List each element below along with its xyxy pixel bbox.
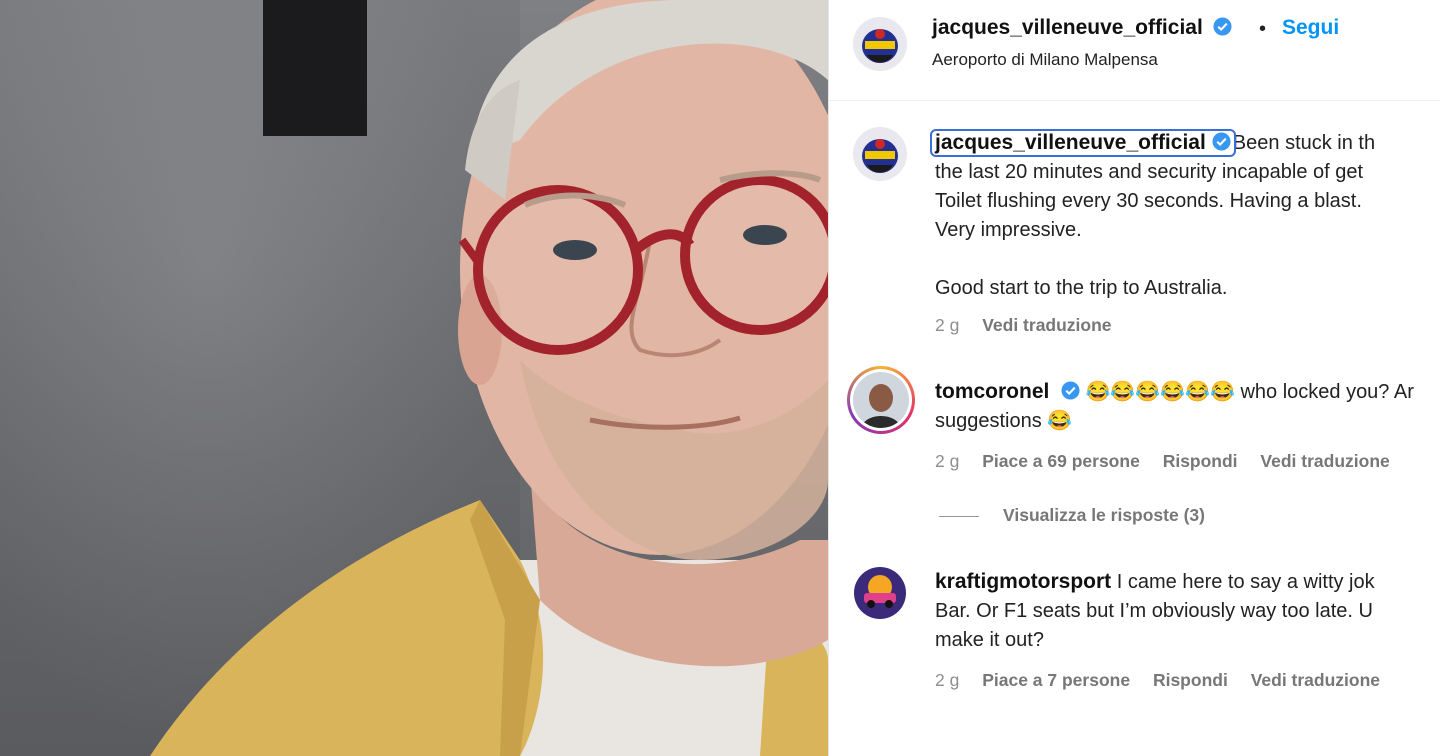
translate-link[interactable]: Vedi traduzione (1251, 670, 1380, 690)
post-side-panel: jacques_villeneuve_official • Segui Aero… (828, 0, 1440, 756)
comment-username[interactable]: kraftigmotorsport (935, 570, 1111, 593)
comment-text-line2: Bar. Or F1 seats but I’m obviously way t… (935, 600, 1373, 622)
comment-likes[interactable]: Piace a 7 persone (982, 670, 1130, 690)
caption-username-highlighted[interactable]: jacques_villeneuve_official (930, 129, 1236, 157)
caption-time[interactable]: 2 g (935, 315, 959, 335)
post-header: jacques_villeneuve_official • Segui Aero… (829, 0, 1440, 101)
comment-text-line1: who locked you? Ar (1234, 381, 1414, 403)
comment-kraftigmotorsport: kraftigmotorsport I came here to say a w… (935, 567, 1440, 655)
separator-dot: • (1259, 18, 1267, 40)
caption-line-3: Toilet flushing every 30 seconds. Having… (935, 190, 1362, 212)
post-photo[interactable] (0, 0, 828, 756)
translate-link[interactable]: Vedi traduzione (1260, 451, 1389, 471)
verified-badge-icon (1212, 132, 1231, 151)
view-replies-button[interactable]: Visualizza le risposte (3) (939, 505, 1205, 526)
comment-text-line2: suggestions 😂 (935, 410, 1073, 432)
car-avatar-icon (854, 567, 906, 619)
caption-line-5 (935, 245, 1440, 274)
replies-divider (939, 515, 979, 517)
comment-tomcoronel: tomcoronel 😂😂😂😂😂😂 who locked you? Ar sug… (935, 377, 1440, 436)
helmet-avatar-icon (853, 127, 907, 181)
comment-time[interactable]: 2 g (935, 451, 959, 471)
follow-button[interactable]: Segui (1282, 16, 1339, 40)
caption: jacques_villeneuve_official Been stuck in… (930, 128, 1440, 303)
view-replies-label: Visualizza le risposte (3) (1003, 505, 1205, 525)
author-avatar[interactable] (853, 17, 907, 71)
caption-username[interactable]: jacques_villeneuve_official (935, 131, 1206, 154)
comment-meta: 2 g Piace a 69 persone Rispondi Vedi tra… (935, 451, 1408, 472)
helmet-avatar-icon (853, 17, 907, 71)
caption-line-1: Been stuck in th (1232, 132, 1376, 154)
caption-line-6: Good start to the trip to Australia. (935, 277, 1228, 299)
comment-likes[interactable]: Piace a 69 persone (982, 451, 1140, 471)
selfie-illustration (150, 0, 828, 756)
caption-line-4: Very impressive. (935, 219, 1082, 241)
author-username[interactable]: jacques_villeneuve_official (932, 16, 1203, 39)
comment-text-line3: make it out? (935, 629, 1044, 651)
comment-emojis: 😂😂😂😂😂😂 (1085, 381, 1235, 403)
person-avatar-icon (853, 372, 909, 428)
verified-badge-icon (1061, 381, 1080, 400)
comment-meta: 2 g Piace a 7 persone Rispondi Vedi trad… (935, 670, 1398, 691)
reply-button[interactable]: Rispondi (1153, 670, 1228, 690)
comment-time[interactable]: 2 g (935, 670, 959, 690)
verified-badge-icon (1213, 17, 1232, 36)
post-location[interactable]: Aeroporto di Milano Malpensa (932, 50, 1158, 70)
reply-button[interactable]: Rispondi (1163, 451, 1238, 471)
caption-translate-link[interactable]: Vedi traduzione (982, 315, 1111, 335)
comment-avatar-tomcoronel[interactable] (853, 372, 909, 428)
comment-avatar-kraftigmotorsport[interactable] (854, 567, 906, 619)
caption-line-2: the last 20 minutes and security incapab… (935, 161, 1364, 183)
caption-author-avatar[interactable] (853, 127, 907, 181)
comment-username[interactable]: tomcoronel (935, 380, 1049, 403)
caption-meta: 2 g Vedi traduzione (935, 315, 1130, 336)
comment-text-line1: I came here to say a witty jok (1111, 571, 1375, 593)
